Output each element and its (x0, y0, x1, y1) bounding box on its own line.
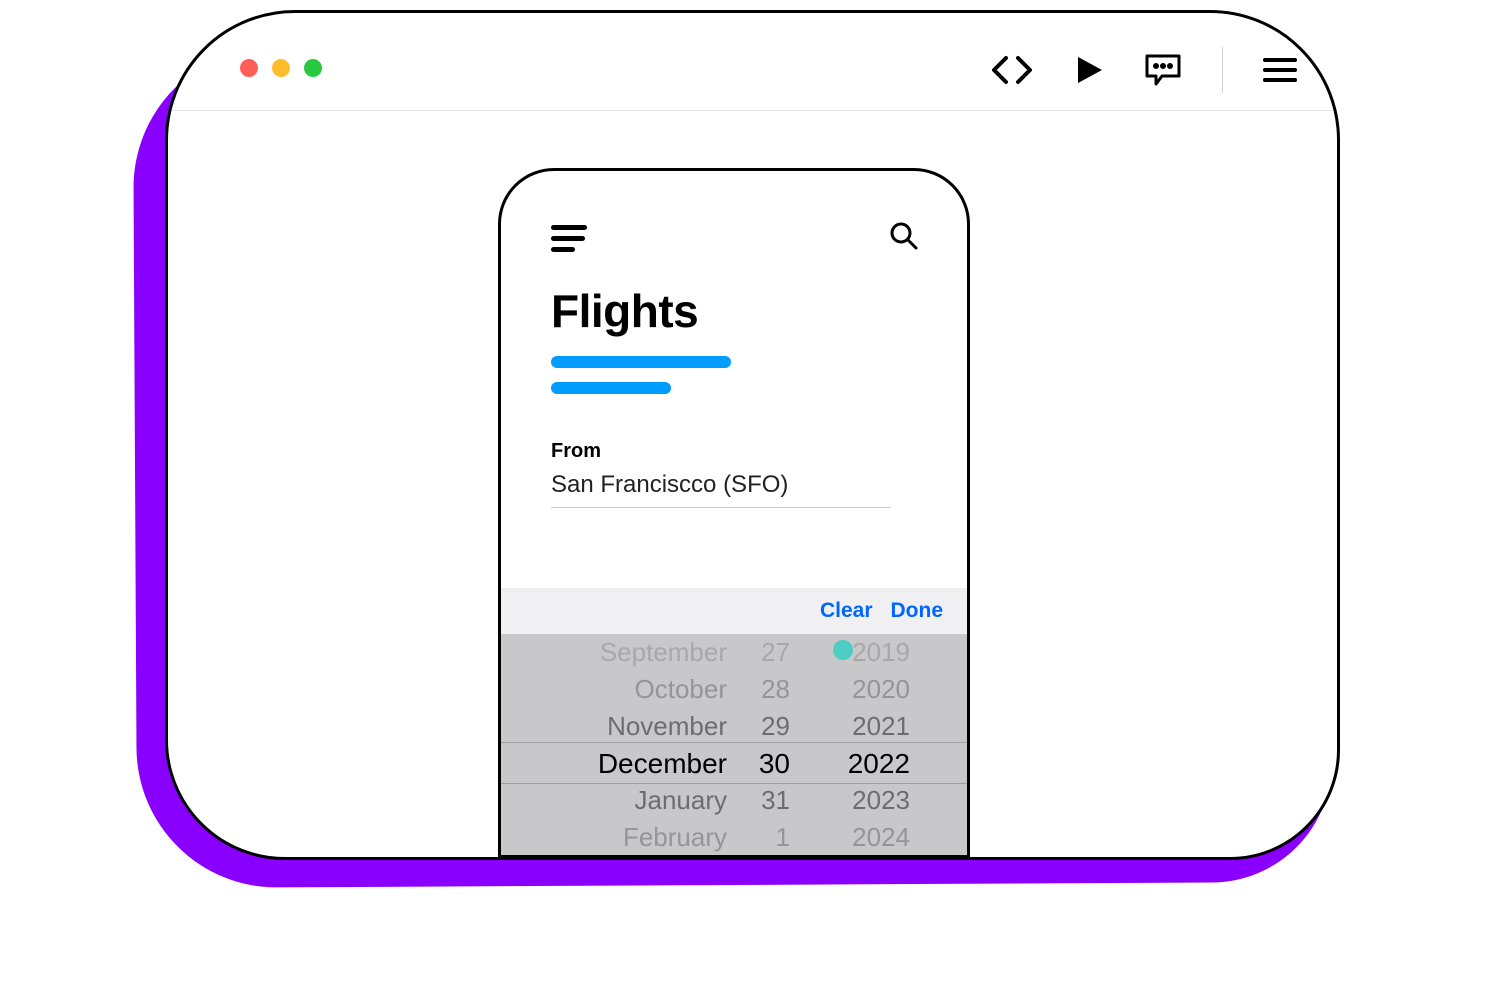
close-dot[interactable] (240, 59, 258, 77)
done-button[interactable]: Done (891, 599, 944, 623)
page-title: Flights (551, 284, 917, 338)
wheel-row[interactable]: October (501, 671, 731, 708)
wheel-row[interactable]: 27 (736, 634, 796, 671)
titlebar (168, 13, 1337, 111)
wheel-row[interactable]: December (501, 745, 731, 782)
from-input[interactable]: San Franciscco (SFO) (551, 471, 891, 508)
day-wheel[interactable]: 27282930311 (736, 634, 796, 855)
wheel-row[interactable]: 2023 (816, 782, 916, 819)
wheel-row[interactable]: February (501, 819, 731, 855)
wheel-row[interactable]: 2020 (816, 671, 916, 708)
wheel-row[interactable]: 28 (736, 671, 796, 708)
wheel-row[interactable]: 2022 (816, 745, 916, 782)
zoom-dot[interactable] (304, 59, 322, 77)
year-wheel[interactable]: 201920202021202220232024 (816, 634, 916, 855)
app-window: Flights From San Franciscco (SFO) Clear … (165, 10, 1340, 860)
picker-toolbar: Clear Done (501, 588, 967, 634)
phone-mock: Flights From San Franciscco (SFO) Clear … (498, 168, 970, 858)
comment-icon[interactable] (1144, 53, 1182, 87)
wheel-row[interactable]: 30 (736, 745, 796, 782)
wheel-row[interactable]: September (501, 634, 731, 671)
window-controls (240, 59, 322, 77)
wheel-row[interactable]: 31 (736, 782, 796, 819)
hamburger-icon[interactable] (1263, 57, 1297, 83)
wheel-row[interactable]: 2024 (816, 819, 916, 855)
wheel-row[interactable]: 2021 (816, 708, 916, 745)
play-icon[interactable] (1074, 55, 1104, 85)
search-icon[interactable] (889, 221, 919, 256)
month-wheel[interactable]: SeptemberOctoberNovemberDecemberJanuaryF… (501, 634, 731, 855)
wheel-row[interactable]: 1 (736, 819, 796, 855)
toolbar (990, 47, 1297, 93)
date-picker[interactable]: SeptemberOctoberNovemberDecemberJanuaryF… (501, 634, 967, 855)
wheel-row[interactable]: 29 (736, 708, 796, 745)
wheel-row[interactable]: November (501, 708, 731, 745)
code-icon[interactable] (990, 53, 1034, 87)
toolbar-separator (1222, 47, 1223, 93)
subtitle-placeholder-2 (551, 382, 671, 394)
minimize-dot[interactable] (272, 59, 290, 77)
from-label: From (551, 440, 917, 463)
wheel-row[interactable]: January (501, 782, 731, 819)
subtitle-placeholder-1 (551, 356, 731, 368)
wheel-row[interactable]: 2019 (816, 634, 916, 671)
clear-button[interactable]: Clear (820, 599, 873, 623)
app-menu-icon[interactable] (551, 225, 587, 252)
